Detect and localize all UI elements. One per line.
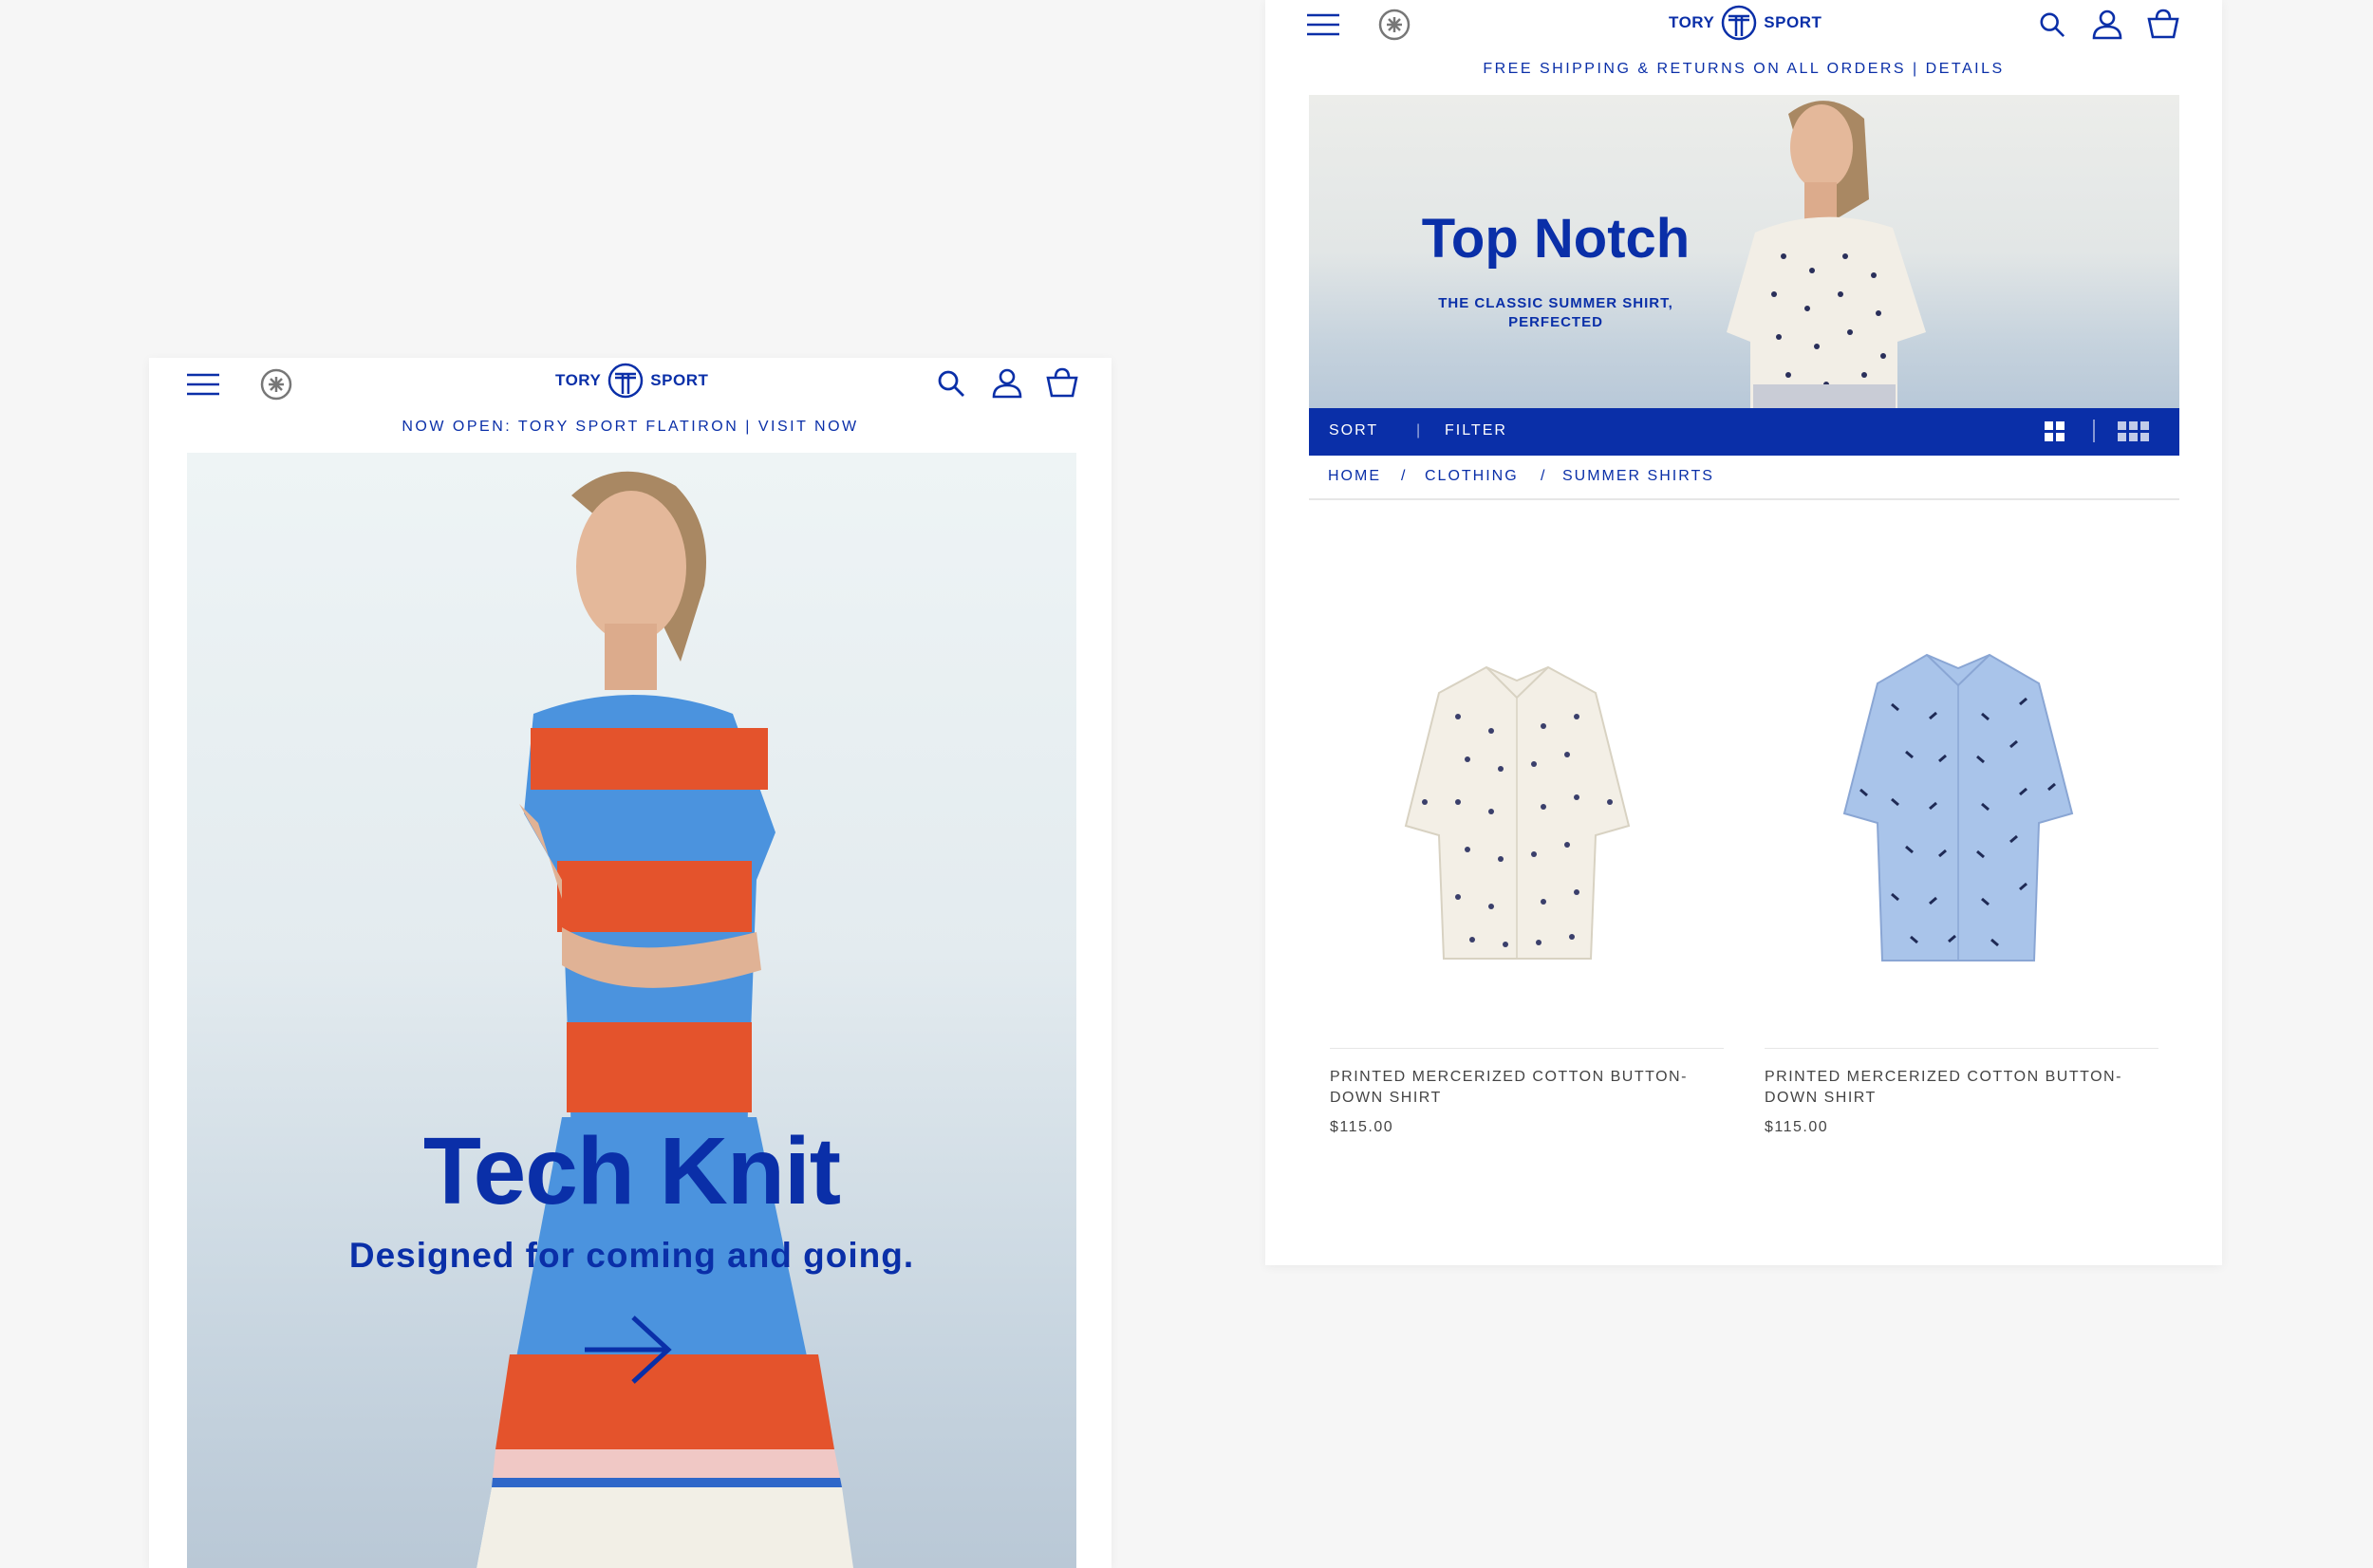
category-hero-subtitle: THE CLASSIC SUMMER SHIRT, PERFECTED xyxy=(1438,295,1673,330)
product-divider xyxy=(1330,1048,1724,1049)
product-name[interactable]: PRINTED MERCERIZED COTTON BUTTON-DOWN SH… xyxy=(1330,1067,1710,1109)
product-image-cream-shirt[interactable] xyxy=(1401,660,1634,968)
promo-banner[interactable]: NOW OPEN: TORY SPORT FLATIRON | VISIT NO… xyxy=(149,419,1112,436)
account-icon[interactable] xyxy=(2092,9,2122,40)
brand-logo[interactable]: TORY SPORT xyxy=(555,363,708,399)
hero-title: Tech Knit xyxy=(422,1118,841,1224)
product-price: $115.00 xyxy=(1765,1119,1829,1135)
logo-text-tory: TORY xyxy=(1669,13,1715,31)
brand-logo[interactable]: TORY SPORT xyxy=(1669,5,1822,41)
shopping-bag-icon[interactable] xyxy=(1046,367,1078,398)
toolbar-separator: | xyxy=(1416,422,1423,439)
tory-medallion-icon[interactable] xyxy=(1377,8,1411,42)
filter-button[interactable]: FILTER xyxy=(1445,422,1507,439)
account-icon[interactable] xyxy=(992,368,1022,399)
arrow-right-icon[interactable] xyxy=(581,1312,676,1388)
shopping-bag-icon[interactable] xyxy=(2147,9,2179,39)
hero-subtitle: Designed for coming and going. xyxy=(348,1236,915,1275)
product-name[interactable]: PRINTED MERCERIZED COTTON BUTTON-DOWN SH… xyxy=(1765,1067,2144,1109)
breadcrumb-divider xyxy=(1309,498,2179,500)
hero-banner[interactable]: Tech Knit Designed for coming and going. xyxy=(187,453,1076,1568)
logo-text-sport: SPORT xyxy=(1764,13,1822,31)
breadcrumb-clothing[interactable]: CLOTHING xyxy=(1425,468,1519,485)
tory-t-emblem-icon xyxy=(1721,5,1757,41)
breadcrumb-summer-shirts: SUMMER SHIRTS xyxy=(1562,468,1714,484)
breadcrumb-separator: / xyxy=(1401,468,1408,484)
grid-two-column-icon[interactable] xyxy=(2044,420,2066,443)
product-price: $115.00 xyxy=(1330,1119,1394,1135)
breadcrumb-home[interactable]: HOME xyxy=(1328,468,1381,485)
product-divider xyxy=(1765,1048,2158,1049)
sort-filter-bar: SORT | FILTER xyxy=(1309,408,2179,456)
menu-icon[interactable] xyxy=(187,371,221,398)
category-hero-banner: Top Notch THE CLASSIC SUMMER SHIRT, PERF… xyxy=(1309,95,2179,408)
hero-model-illustration xyxy=(476,471,853,1568)
mobile-category-screen: TORY SPORT FREE SHIPPING & RETURNS ON AL… xyxy=(1265,0,2222,1265)
search-icon[interactable] xyxy=(2039,11,2065,38)
logo-text-sport: SPORT xyxy=(650,371,709,389)
breadcrumb-separator: / xyxy=(1541,468,1547,484)
logo-text-tory: TORY xyxy=(555,371,602,389)
grid-three-column-icon[interactable] xyxy=(2117,420,2151,443)
view-toggle-divider xyxy=(2093,420,2095,442)
tory-medallion-icon[interactable] xyxy=(259,367,293,401)
category-hero-title: Top Notch xyxy=(1421,208,1691,270)
promo-banner[interactable]: FREE SHIPPING & RETURNS ON ALL ORDERS | … xyxy=(1265,61,2222,78)
mobile-homepage-screen: TORY SPORT NOW OPEN: TORY SPORT FLATIRON… xyxy=(149,358,1112,1568)
tory-t-emblem-icon xyxy=(607,363,644,399)
search-icon[interactable] xyxy=(937,369,965,398)
menu-icon[interactable] xyxy=(1307,11,1341,38)
product-image-blue-shirt[interactable] xyxy=(1840,647,2077,970)
sort-button[interactable]: SORT xyxy=(1329,422,1378,439)
